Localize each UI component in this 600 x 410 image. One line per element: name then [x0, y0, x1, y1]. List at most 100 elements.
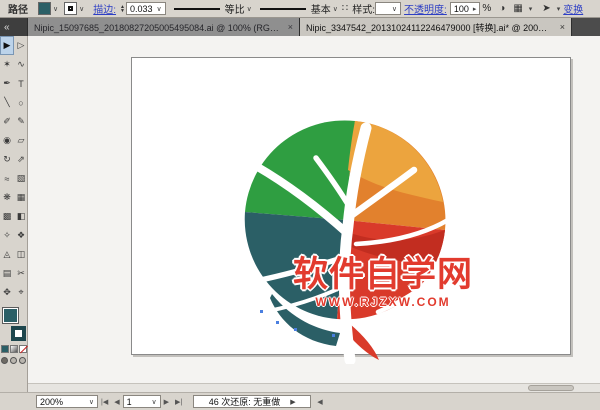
status-collapse-icon[interactable]: ◀ — [317, 398, 322, 406]
normal-screen-mode-button[interactable] — [1, 357, 8, 364]
symbol-sprayer-tool[interactable]: ❋ — [0, 188, 14, 207]
paint-mode-buttons — [0, 345, 27, 353]
line-segment-tool[interactable]: ╲ — [0, 93, 14, 112]
zoom-level-dropdown[interactable]: 200% ∨ — [36, 395, 98, 408]
fill-stroke-indicator[interactable] — [0, 305, 28, 343]
style-dropdown[interactable]: ∨ — [375, 2, 401, 15]
menu-arrow-icon[interactable]: ▾ — [557, 5, 561, 13]
chevron-down-icon: ∨ — [392, 5, 397, 13]
align-icon[interactable]: ▦ — [513, 3, 522, 14]
last-artboard-icon[interactable]: ▶| — [175, 398, 182, 406]
document-tab-title: Nipic_15097685_20180827205005495084.ai @… — [34, 21, 283, 34]
screen-mode-buttons — [0, 357, 27, 364]
none-mode-button[interactable] — [19, 345, 27, 353]
blend-tool[interactable]: ❖ — [14, 226, 28, 245]
opacity-panel-link[interactable]: 不透明度: — [404, 1, 447, 16]
horizontal-scrollbar[interactable] — [28, 383, 600, 392]
full-screen-mode-button[interactable] — [19, 357, 26, 364]
stroke-panel-link[interactable]: 描边: — [93, 1, 116, 16]
chevron-down-icon: ∨ — [89, 398, 94, 406]
document-tab-1[interactable]: Nipic_15097685_20180827205005495084.ai @… — [28, 18, 300, 36]
menu-arrow-icon[interactable]: ▾ — [529, 5, 533, 13]
brush-definition-preview-icon — [260, 8, 306, 10]
document-tab-2[interactable]: Nipic_3347542_20131024112246479000 [转换].… — [300, 18, 572, 36]
fill-proxy-icon[interactable] — [2, 307, 19, 324]
fill-color-button[interactable]: ∨ — [38, 2, 58, 15]
lasso-tool[interactable]: ∿ — [14, 55, 28, 74]
stroke-proxy-icon[interactable] — [11, 326, 26, 341]
previous-artboard-icon[interactable]: ◀ — [114, 398, 119, 406]
zoom-tool[interactable]: ⌖ — [14, 283, 28, 302]
rotate-tool[interactable]: ↻ — [0, 150, 14, 169]
opacity-field[interactable]: 100 ▸ — [450, 2, 481, 15]
zoom-level-value: 200% — [40, 397, 63, 407]
tree-logo-artwork[interactable] — [232, 114, 462, 364]
horizontal-scrollbar-thumb[interactable] — [528, 385, 574, 391]
brush-options-icon[interactable]: ∷ — [342, 3, 348, 14]
chevron-down-icon[interactable]: ∨ — [247, 5, 252, 13]
select-similar-icon[interactable]: ➤ — [542, 3, 550, 14]
toolbox: ▶▷✶∿✒T╲○✐✎◉▱↻⇗≈▧❋▦▩◧✧❖◬◫▤✂✥⌖ — [0, 36, 28, 392]
history-status-text: 46 次还原: 无重做 — [209, 395, 281, 408]
artboard-tool[interactable]: ▤ — [0, 264, 14, 283]
color-mode-button[interactable] — [1, 345, 9, 353]
type-tool[interactable]: T — [14, 74, 28, 93]
eyedropper-tool[interactable]: ✧ — [0, 226, 14, 245]
transform-panel-link[interactable]: 变换 — [563, 1, 583, 16]
brush-definition-label[interactable]: 基本 — [311, 1, 331, 16]
eraser-tool[interactable]: ▱ — [14, 131, 28, 150]
canvas-area[interactable]: 软件自学网 WWW.RJZXW.COM — [28, 36, 600, 383]
stepper-down-icon[interactable]: ▼ — [120, 9, 125, 13]
stroke-profile-preview-icon — [174, 8, 220, 10]
recolor-artwork-icon[interactable]: ◑ — [499, 3, 505, 14]
magic-wand-tool[interactable]: ✶ — [0, 55, 14, 74]
illustrator-window: 路径 ∨ ∨ 描边: ▲ ▼ 0.033 ∨ 等比 ∨ 基本 ∨ ∷ 样式: ∨… — [0, 0, 600, 410]
chevron-down-icon: ∨ — [79, 5, 84, 13]
paintbrush-tool[interactable]: ✐ — [0, 112, 14, 131]
chevron-down-icon[interactable]: ∨ — [333, 5, 338, 13]
gradient-mode-button[interactable] — [10, 345, 18, 353]
control-bar: 路径 ∨ ∨ 描边: ▲ ▼ 0.033 ∨ 等比 ∨ 基本 ∨ ∷ 样式: ∨… — [0, 0, 600, 18]
fill-color-swatch-icon — [38, 2, 51, 15]
chevron-down-icon: ∨ — [151, 398, 156, 406]
full-screen-menu-mode-button[interactable] — [10, 357, 17, 364]
ellipse-tool[interactable]: ○ — [14, 93, 28, 112]
stroke-color-swatch-icon — [64, 2, 77, 15]
status-readout[interactable]: 46 次还原: 无重做 ▶ — [193, 395, 311, 408]
stroke-weight-field[interactable]: 0.033 ∨ — [126, 2, 166, 15]
mesh-tool[interactable]: ▩ — [0, 207, 14, 226]
stroke-color-button[interactable]: ∨ — [64, 2, 84, 15]
context-label: 路径 — [8, 1, 28, 16]
gradient-tool[interactable]: ◧ — [14, 207, 28, 226]
scale-tool[interactable]: ⇗ — [14, 150, 28, 169]
tab-strip: « Nipic_15097685_20180827205005495084.ai… — [0, 18, 600, 36]
artboard-number-value: 1 — [127, 397, 132, 407]
opacity-unit-label: % — [482, 3, 491, 14]
live-paint-bucket-tool[interactable]: ◬ — [0, 245, 14, 264]
hand-tool[interactable]: ✥ — [0, 283, 14, 302]
free-transform-tool[interactable]: ▧ — [14, 169, 28, 188]
artboard-navigation-dropdown[interactable]: 1 ∨ — [123, 395, 161, 408]
document-tab-title: Nipic_3347542_20131024112246479000 [转换].… — [306, 21, 555, 34]
stroke-weight-value: 0.033 — [130, 4, 153, 14]
warp-tool[interactable]: ≈ — [0, 169, 14, 188]
slice-tool[interactable]: ✂ — [14, 264, 28, 283]
toolbox-grid: ▶▷✶∿✒T╲○✐✎◉▱↻⇗≈▧❋▦▩◧✧❖◬◫▤✂✥⌖ — [0, 36, 27, 302]
toolbox-collapse-button[interactable]: « — [0, 18, 28, 36]
stroke-weight-stepper[interactable]: ▲ ▼ — [120, 5, 125, 13]
opacity-field-arrow-icon: ▸ — [473, 5, 477, 13]
tab-close-icon[interactable]: × — [560, 22, 565, 32]
pen-tool[interactable]: ✒ — [0, 74, 14, 93]
tab-close-icon[interactable]: × — [288, 22, 293, 32]
first-artboard-icon[interactable]: |◀ — [101, 398, 108, 406]
style-label: 样式: — [352, 1, 375, 16]
direct-selection-tool[interactable]: ▷ — [14, 36, 28, 55]
live-paint-selection-tool[interactable]: ◫ — [14, 245, 28, 264]
next-artboard-icon[interactable]: ▶ — [164, 398, 169, 406]
stroke-profile-label[interactable]: 等比 — [225, 1, 245, 16]
pencil-tool[interactable]: ✎ — [14, 112, 28, 131]
chevron-down-icon: ∨ — [157, 5, 162, 13]
selection-tool[interactable]: ▶ — [0, 36, 14, 55]
graph-tool[interactable]: ▦ — [14, 188, 28, 207]
blob-brush-tool[interactable]: ◉ — [0, 131, 14, 150]
